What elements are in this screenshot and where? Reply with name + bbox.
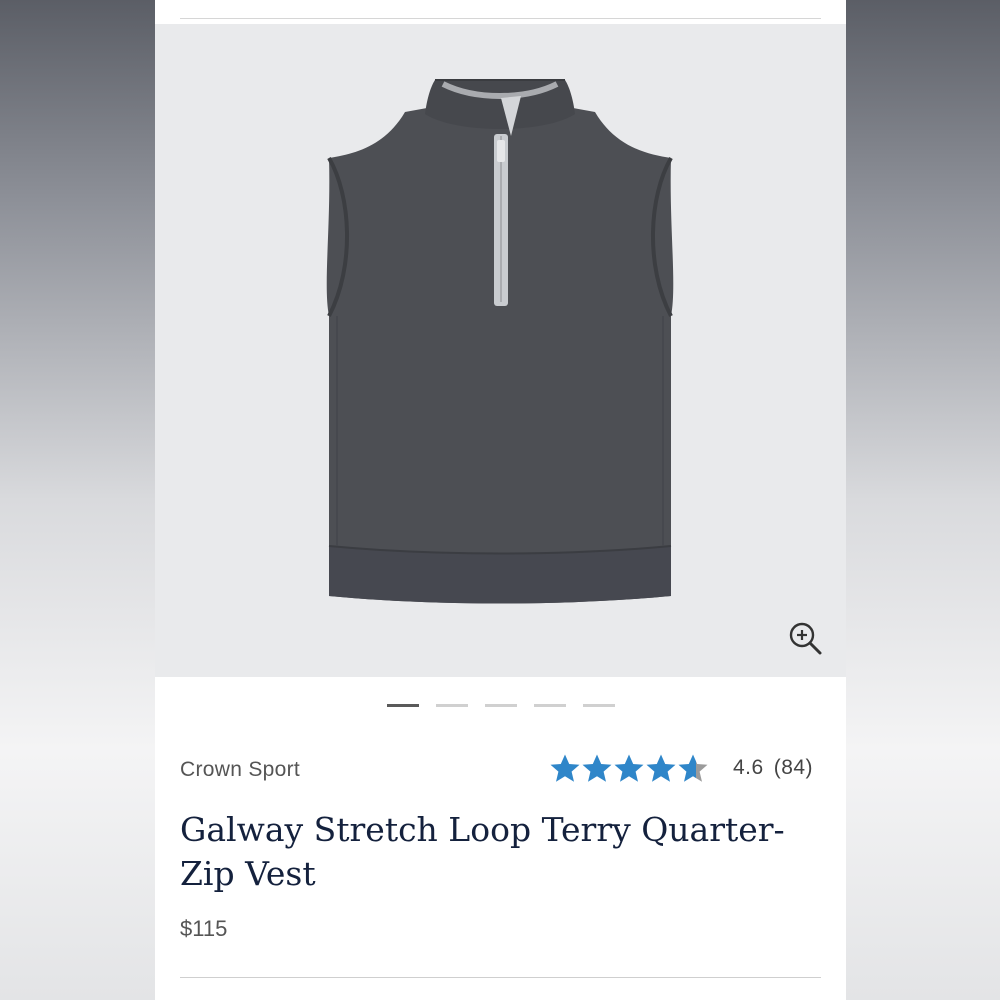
rating-value: 4.6 [733, 756, 764, 779]
gallery-dot[interactable] [386, 704, 419, 707]
product-image[interactable] [155, 24, 846, 677]
bottom-divider [180, 977, 821, 978]
star-icon [582, 754, 612, 782]
review-count: (84) [773, 756, 814, 779]
brand-label[interactable]: Crown Sport [180, 758, 300, 782]
vest-image [326, 79, 674, 604]
gallery-dot[interactable] [582, 704, 615, 707]
top-divider [180, 18, 821, 19]
zoom-button[interactable] [787, 620, 825, 658]
product-price: $115 [180, 916, 228, 941]
gallery-dot[interactable] [435, 704, 468, 707]
rating-summary[interactable]: 4.6 (84) [549, 752, 813, 784]
background-right [846, 0, 1000, 1000]
gallery-dot[interactable] [533, 704, 566, 707]
zoom-in-icon [789, 622, 822, 655]
product-title: Galway Stretch Loop Terry Quarter-Zip Ve… [180, 810, 785, 893]
gallery-dot[interactable] [484, 704, 517, 707]
star-icon [550, 754, 580, 782]
star-rating [549, 753, 709, 783]
product-screen: Crown Sport 4.6 (84) Galway Stretch Loop … [155, 0, 846, 1000]
star-icon [614, 754, 644, 782]
background-left [0, 0, 155, 1000]
star-icon [646, 754, 676, 782]
rating-text: 4.6 (84) [733, 756, 813, 780]
gallery-pagination [155, 704, 846, 708]
star-icon [678, 754, 708, 782]
